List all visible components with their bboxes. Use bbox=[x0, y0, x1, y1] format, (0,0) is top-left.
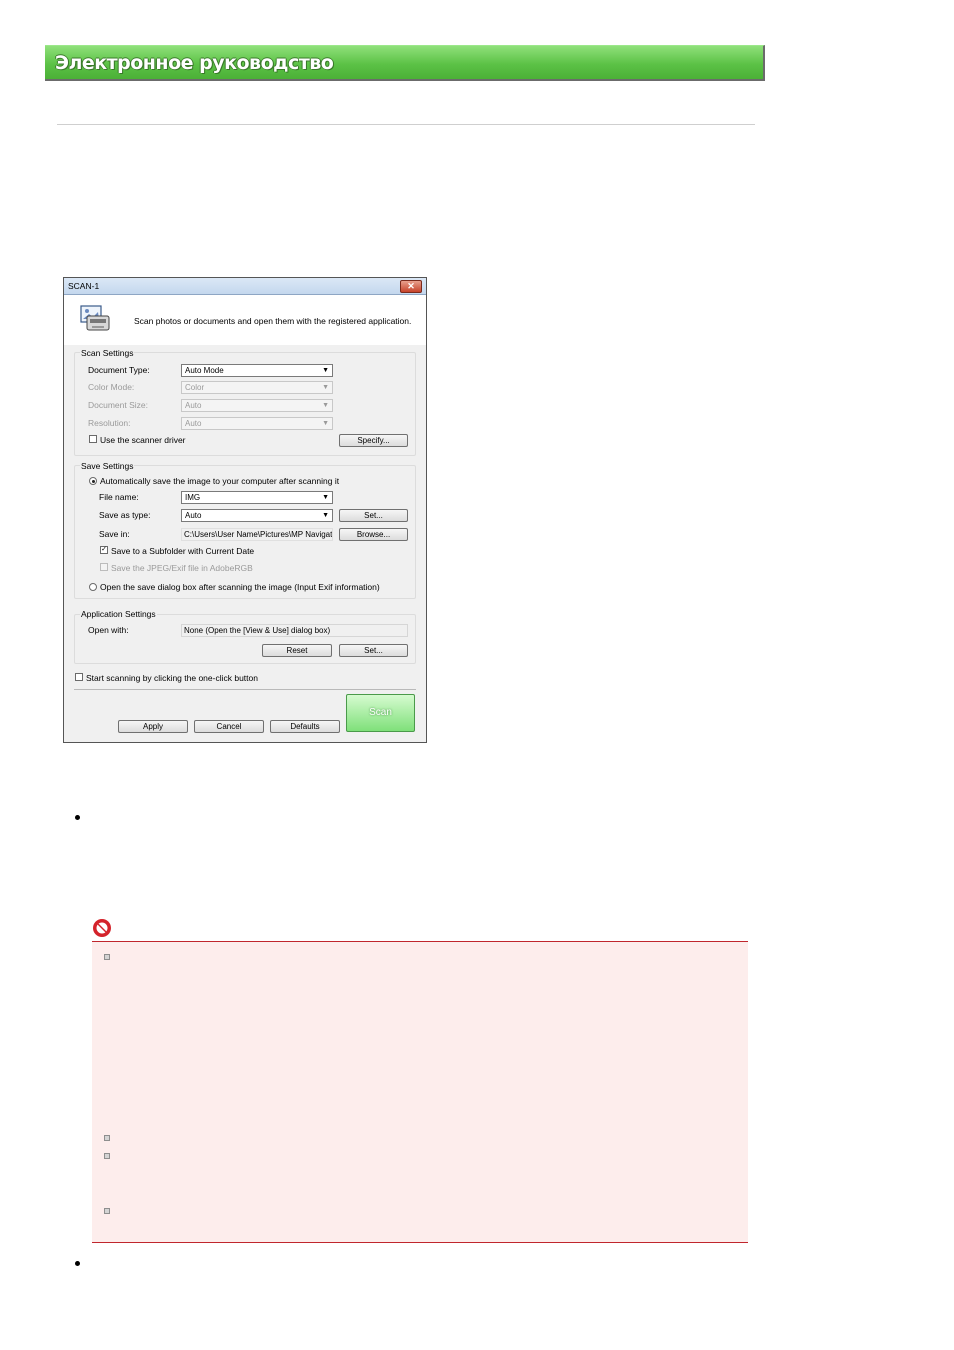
note-bullet bbox=[104, 1208, 110, 1214]
adobergb-checkbox[interactable] bbox=[100, 563, 108, 571]
resolution-select[interactable]: Auto ▼ bbox=[181, 417, 333, 430]
document-size-value: Auto bbox=[185, 401, 202, 410]
chevron-down-icon: ▼ bbox=[322, 494, 329, 501]
reset-button[interactable]: Reset bbox=[262, 644, 332, 657]
use-driver-label: Use the scanner driver bbox=[100, 435, 186, 445]
use-driver-checkbox[interactable] bbox=[89, 435, 97, 443]
close-button[interactable]: ✕ bbox=[400, 280, 422, 293]
chevron-down-icon: ▼ bbox=[322, 402, 329, 409]
document-type-value: Auto Mode bbox=[185, 366, 224, 375]
open-with-field: None (Open the [View & Use] dialog box) bbox=[181, 624, 408, 637]
auto-save-label: Automatically save the image to your com… bbox=[100, 476, 340, 486]
scan-dialog: SCAN-1 ✕ Scan photos or documents and op… bbox=[63, 277, 427, 743]
note-bullet bbox=[104, 1135, 110, 1141]
subfolder-label: Save to a Subfolder with Current Date bbox=[111, 546, 255, 556]
save-in-value: C:\Users\User Name\Pictures\MP Navigat bbox=[184, 530, 332, 539]
dialog-description: Scan photos or documents and open them w… bbox=[134, 316, 412, 326]
note-bullet bbox=[104, 954, 110, 960]
defaults-button[interactable]: Defaults bbox=[270, 720, 340, 733]
save-in-label: Save in: bbox=[99, 529, 130, 539]
document-size-label: Document Size: bbox=[88, 400, 148, 410]
list-bullet bbox=[75, 815, 80, 820]
adobergb-label: Save the JPEG/Exif file in AdobeRGB bbox=[111, 563, 253, 573]
apply-button[interactable]: Apply bbox=[118, 720, 188, 733]
dialog-header: Scan photos or documents and open them w… bbox=[64, 295, 426, 345]
dialog-title: SCAN-1 bbox=[68, 281, 100, 291]
header-divider bbox=[57, 124, 755, 125]
document-type-select[interactable]: Auto Mode ▼ bbox=[181, 364, 333, 377]
app-set-button[interactable]: Set... bbox=[339, 644, 408, 657]
cancel-button[interactable]: Cancel bbox=[194, 720, 264, 733]
list-bullet bbox=[75, 1261, 80, 1266]
auto-save-radio[interactable] bbox=[89, 477, 97, 485]
open-with-value: None (Open the [View & Use] dialog box) bbox=[184, 626, 331, 635]
close-icon: ✕ bbox=[407, 281, 415, 291]
save-type-set-button[interactable]: Set... bbox=[339, 509, 408, 522]
note-box bbox=[92, 941, 748, 1243]
save-in-field[interactable]: C:\Users\User Name\Pictures\MP Navigat bbox=[181, 528, 333, 541]
save-settings-title: Save Settings bbox=[80, 461, 135, 471]
file-name-label: File name: bbox=[99, 492, 139, 502]
document-size-select[interactable]: Auto ▼ bbox=[181, 399, 333, 412]
color-mode-value: Color bbox=[185, 383, 205, 392]
one-click-label: Start scanning by clicking the one-click… bbox=[86, 673, 258, 683]
open-dialog-radio[interactable] bbox=[89, 583, 97, 591]
application-settings-title: Application Settings bbox=[80, 609, 157, 619]
open-dialog-label: Open the save dialog box after scanning … bbox=[100, 582, 380, 592]
color-mode-select[interactable]: Color ▼ bbox=[181, 381, 333, 394]
dialog-titlebar: SCAN-1 ✕ bbox=[64, 278, 426, 295]
chevron-down-icon: ▼ bbox=[322, 384, 329, 391]
chevron-down-icon: ▼ bbox=[322, 367, 329, 374]
dialog-separator bbox=[74, 689, 416, 690]
resolution-label: Resolution: bbox=[88, 418, 131, 428]
file-name-value: IMG bbox=[185, 493, 201, 502]
scan-settings-title: Scan Settings bbox=[80, 348, 135, 358]
save-as-type-label: Save as type: bbox=[99, 510, 151, 520]
chevron-down-icon: ▼ bbox=[322, 512, 329, 519]
file-name-combo[interactable]: IMG ▼ bbox=[181, 491, 333, 504]
save-as-type-value: Auto bbox=[185, 511, 202, 520]
prohibition-icon bbox=[93, 919, 111, 937]
document-type-label: Document Type: bbox=[88, 365, 150, 375]
browse-button[interactable]: Browse... bbox=[339, 528, 408, 541]
one-click-checkbox[interactable] bbox=[75, 673, 83, 681]
color-mode-label: Color Mode: bbox=[88, 382, 135, 392]
subfolder-checkbox[interactable]: ✓ bbox=[100, 546, 108, 554]
chevron-down-icon: ▼ bbox=[322, 420, 329, 427]
specify-button[interactable]: Specify... bbox=[339, 434, 408, 447]
save-as-type-select[interactable]: Auto ▼ bbox=[181, 509, 333, 522]
open-with-label: Open with: bbox=[88, 625, 129, 635]
scan-button[interactable]: Scan bbox=[346, 694, 415, 732]
resolution-value: Auto bbox=[185, 419, 202, 428]
scanner-photo-icon bbox=[80, 305, 110, 331]
page-banner: Электронное руководство bbox=[45, 45, 765, 81]
note-bullet bbox=[104, 1153, 110, 1159]
page-banner-title: Электронное руководство bbox=[55, 52, 334, 74]
